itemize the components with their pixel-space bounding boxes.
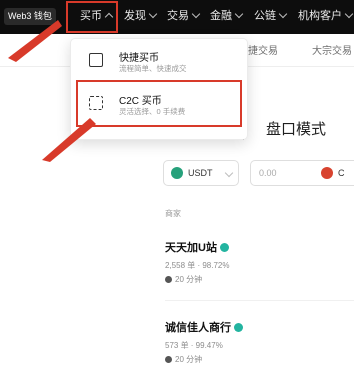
annotation-arrows [8,20,96,162]
arrow-to-c2c-icon [42,118,96,162]
arrow-to-nav-icon [8,20,62,62]
